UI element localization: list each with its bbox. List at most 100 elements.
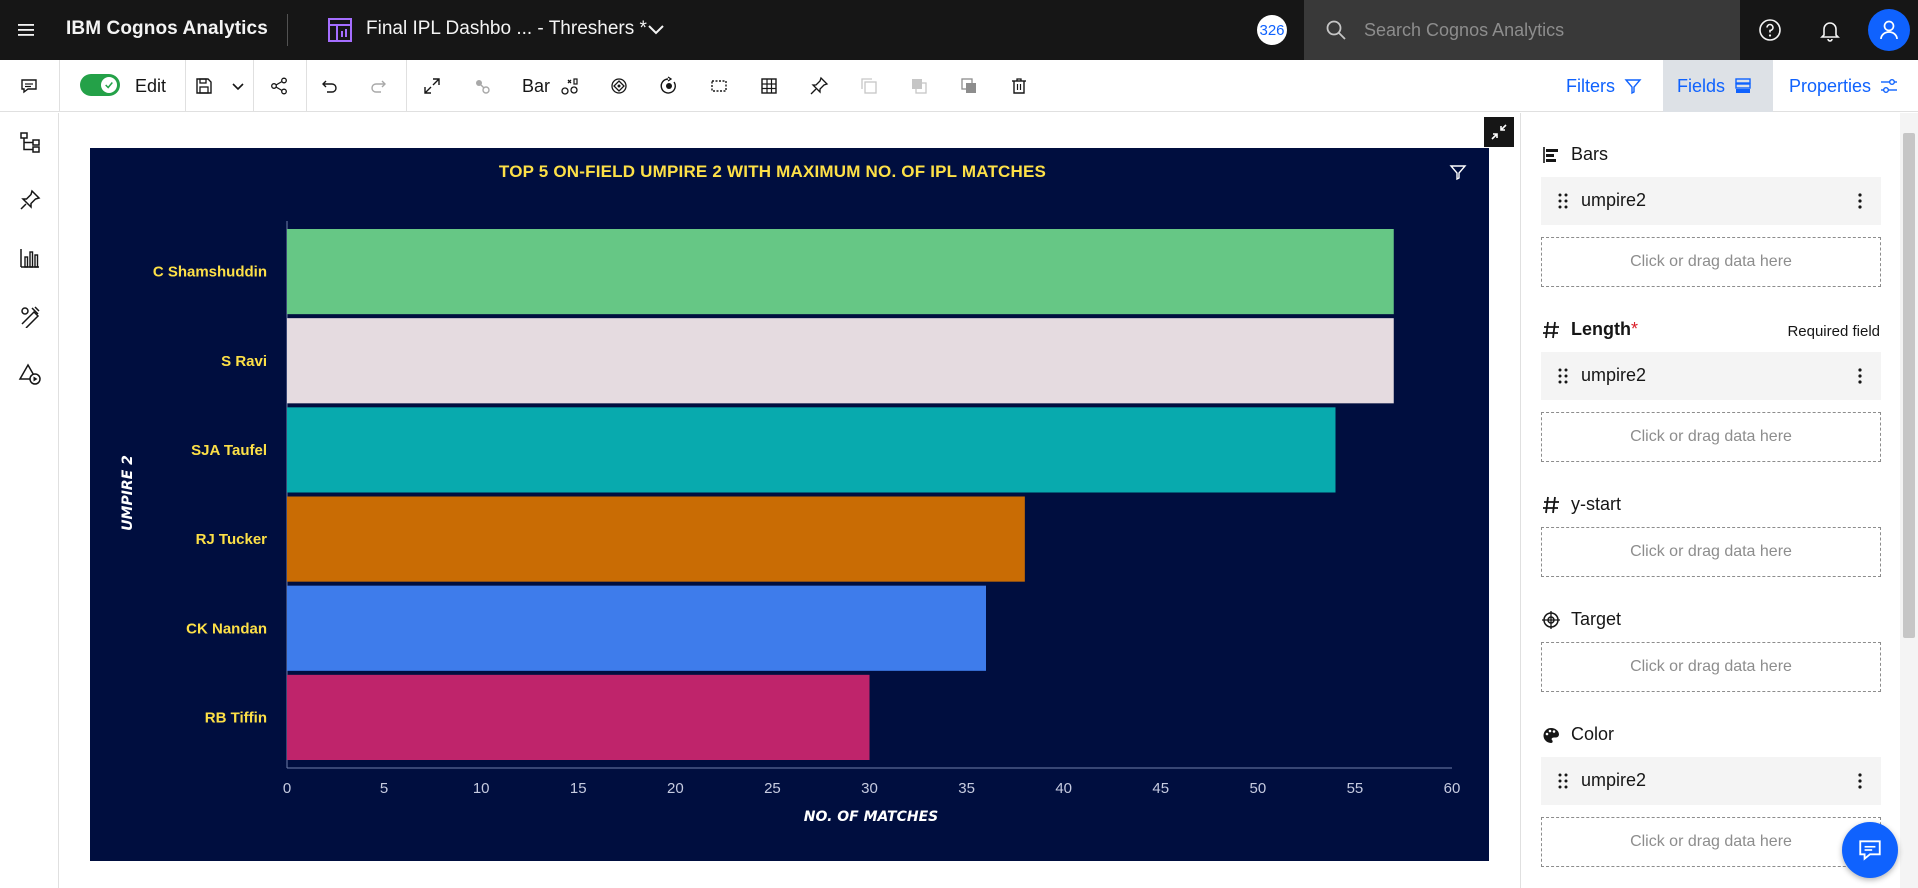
numeric-hash-icon <box>1543 496 1559 513</box>
fields-panel: Bars umpire2 Click or drag data here Len… <box>1520 113 1900 888</box>
expand-icon[interactable] <box>418 72 446 100</box>
filters-tab[interactable]: Filters <box>1552 60 1657 112</box>
x-tick-label: 55 <box>1347 780 1364 797</box>
bars-icon <box>1543 146 1558 163</box>
x-tick-label: 15 <box>570 780 587 797</box>
change-visualization-icon[interactable] <box>556 72 584 100</box>
bar[interactable] <box>287 496 1025 582</box>
user-avatar-icon[interactable] <box>1868 9 1910 51</box>
help-icon[interactable] <box>1752 12 1788 48</box>
category-label: CK Nandan <box>186 620 267 637</box>
y-start-drop-zone[interactable]: Click or drag data here <box>1541 527 1881 577</box>
bars-field-name: umpire2 <box>1581 190 1647 210</box>
edit-label: Edit <box>135 76 167 96</box>
search-input[interactable] <box>1364 14 1724 46</box>
collapse-focus-icon[interactable] <box>1484 117 1514 147</box>
color-section-title: Color <box>1541 724 1614 745</box>
chevron-down-icon[interactable] <box>644 18 668 42</box>
assets-icon[interactable] <box>16 302 44 330</box>
fields-tab[interactable]: Fields <box>1663 60 1773 112</box>
color-drop-zone[interactable]: Click or drag data here <box>1541 817 1881 867</box>
send-backward-icon[interactable] <box>955 72 983 100</box>
table-icon[interactable] <box>755 72 783 100</box>
scrollbar-thumb[interactable] <box>1903 133 1915 638</box>
color-field-pill[interactable]: umpire2 <box>1541 757 1881 805</box>
redo-icon[interactable] <box>365 72 393 100</box>
x-tick-label: 10 <box>473 780 490 797</box>
y-axis-label: UMPIRE 2 <box>120 455 136 531</box>
x-tick-label: 50 <box>1249 780 1266 797</box>
connection-icon[interactable] <box>468 72 496 100</box>
overflow-menu-icon[interactable] <box>1857 191 1863 211</box>
properties-tab[interactable]: Properties <box>1775 60 1913 112</box>
x-tick-label: 35 <box>958 780 975 797</box>
pin-board-icon[interactable] <box>16 186 44 214</box>
category-label: C Shamshuddin <box>153 264 267 281</box>
y-start-section-title: y-start <box>1541 494 1621 515</box>
bar[interactable] <box>287 585 986 671</box>
x-tick-label: 0 <box>283 780 291 797</box>
bar[interactable] <box>287 407 1336 493</box>
chart-title: TOP 5 ON-FIELD UMPIRE 2 WITH MAXIMUM NO.… <box>498 162 1047 181</box>
overflow-menu-icon[interactable] <box>1857 366 1863 386</box>
insights-icon[interactable] <box>605 72 633 100</box>
x-tick-label: 20 <box>667 780 684 797</box>
bars-field-pill[interactable]: umpire2 <box>1541 177 1881 225</box>
drag-handle-icon[interactable] <box>1557 366 1569 386</box>
bar[interactable] <box>287 318 1394 404</box>
top-header: IBM Cognos Analytics Final IPL Dashbo ..… <box>0 0 1918 60</box>
drag-handle-icon[interactable] <box>1557 191 1569 211</box>
collaborator-badge[interactable]: 326 <box>1257 15 1287 45</box>
data-sources-icon[interactable] <box>16 128 44 156</box>
document-title[interactable]: Final IPL Dashbo ... - Threshers * <box>366 18 647 40</box>
x-tick-label: 45 <box>1152 780 1169 797</box>
edit-mode-toggle[interactable] <box>80 74 120 96</box>
filter-icon <box>1624 79 1642 95</box>
dashboard-icon <box>326 16 354 44</box>
overflow-menu-icon[interactable] <box>1857 771 1863 791</box>
filters-tab-label: Filters <box>1566 75 1615 96</box>
delete-icon[interactable] <box>1005 72 1033 100</box>
share-icon[interactable] <box>265 72 293 100</box>
bring-forward-icon[interactable] <box>905 72 933 100</box>
visualizations-icon[interactable] <box>16 244 44 272</box>
drag-handle-icon[interactable] <box>1557 771 1569 791</box>
visualization-type-label[interactable]: Bar <box>522 76 550 97</box>
save-icon[interactable] <box>190 72 218 100</box>
properties-tab-label: Properties <box>1789 75 1872 96</box>
select-area-icon[interactable] <box>705 72 733 100</box>
target-label: Target <box>1571 609 1622 629</box>
target-drop-zone[interactable]: Click or drag data here <box>1541 642 1881 692</box>
color-field-name: umpire2 <box>1581 770 1647 790</box>
notification-bell-icon[interactable] <box>1812 12 1848 48</box>
bar[interactable] <box>287 674 870 760</box>
length-section-title: Length* <box>1541 319 1638 340</box>
chart-filter-icon[interactable] <box>1448 162 1468 182</box>
pin-icon[interactable] <box>805 72 833 100</box>
comment-icon[interactable] <box>15 72 43 100</box>
search-box[interactable] <box>1304 0 1740 60</box>
save-menu-chevron-icon[interactable] <box>224 72 252 100</box>
chat-assistant-icon[interactable] <box>1842 822 1898 878</box>
bars-drop-zone[interactable]: Click or drag data here <box>1541 237 1881 287</box>
bar-chart-widget[interactable]: C Shamshuddin S Ravi SJA Taufel RJ Tucker CK… <box>90 148 1489 861</box>
header-divider <box>287 14 288 46</box>
duplicate-icon[interactable] <box>855 72 883 100</box>
bar[interactable] <box>287 229 1394 315</box>
x-tick-label: 60 <box>1444 780 1461 797</box>
dashboard-toolbar: Edit Bar Filters Fields Properties <box>0 60 1918 112</box>
category-label: SJA Taufel <box>191 442 267 459</box>
length-field-name: umpire2 <box>1581 365 1647 385</box>
menu-icon[interactable] <box>12 16 40 44</box>
undo-icon[interactable] <box>315 72 343 100</box>
drill-icon[interactable] <box>655 72 683 100</box>
category-label: RB Tiffin <box>205 709 267 726</box>
x-tick-label: 5 <box>380 780 388 797</box>
length-field-pill[interactable]: umpire2 <box>1541 352 1881 400</box>
palette-icon <box>1543 727 1559 743</box>
shapes-media-icon[interactable] <box>16 360 44 388</box>
app-title[interactable]: IBM Cognos Analytics <box>66 18 268 40</box>
fields-icon <box>1735 78 1751 93</box>
x-tick-label: 25 <box>764 780 781 797</box>
length-drop-zone[interactable]: Click or drag data here <box>1541 412 1881 462</box>
